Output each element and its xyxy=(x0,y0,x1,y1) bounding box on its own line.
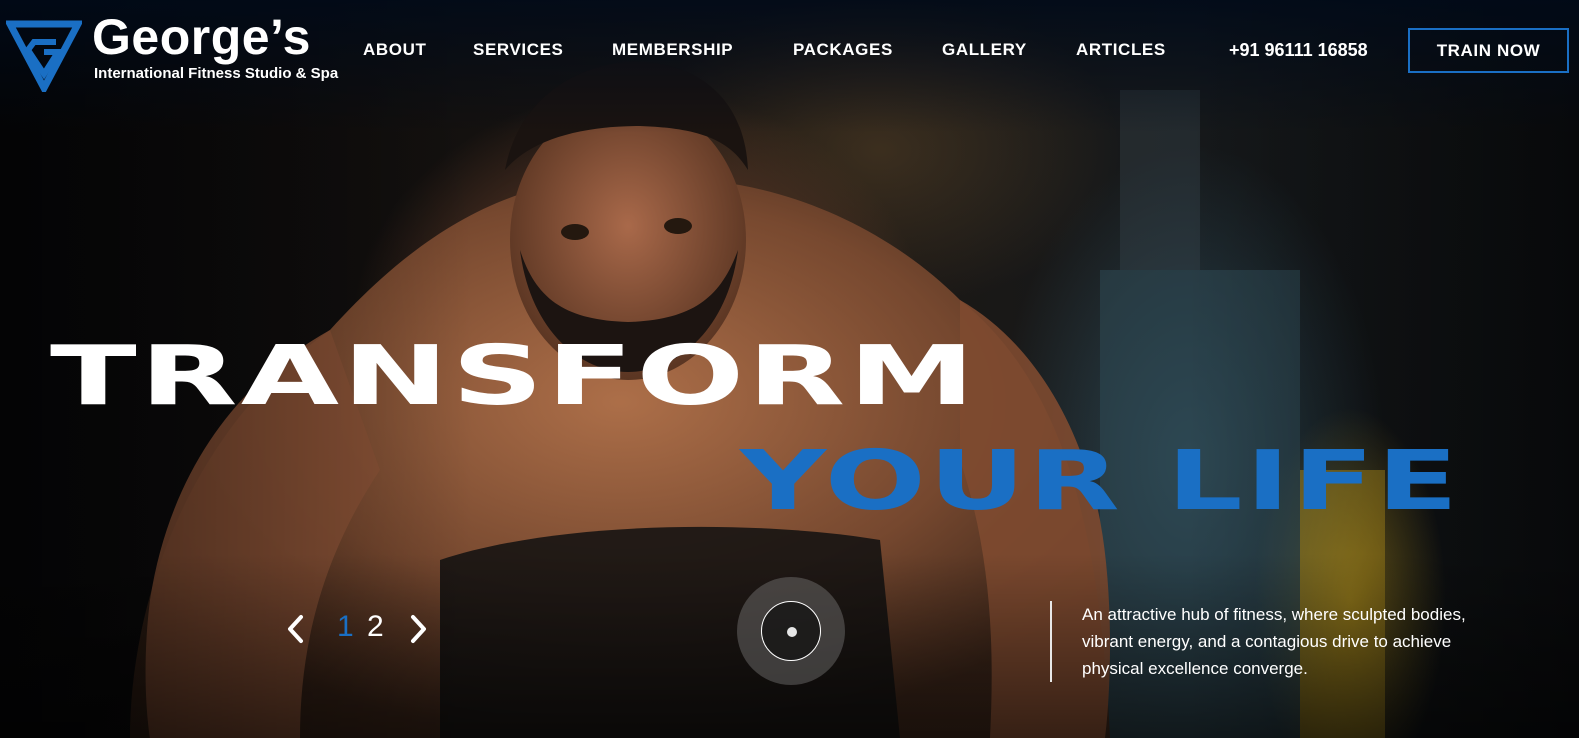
chevron-left-icon[interactable] xyxy=(283,612,307,646)
slider-page-2[interactable]: 2 xyxy=(367,610,384,644)
site-header: George’s International Fitness Studio & … xyxy=(0,0,1579,100)
scroll-indicator-dot xyxy=(787,627,797,637)
scroll-indicator-icon[interactable] xyxy=(737,577,845,685)
nav-gallery[interactable]: GALLERY xyxy=(942,40,1027,60)
hero-headline-line2: YOUR LIFE xyxy=(740,434,1461,529)
brand-name: George’s xyxy=(92,9,311,65)
tagline-divider xyxy=(1050,601,1052,682)
nav-about[interactable]: ABOUT xyxy=(363,40,426,60)
slider-page-1[interactable]: 1 xyxy=(337,610,354,644)
train-now-button[interactable]: TRAIN NOW xyxy=(1408,28,1569,73)
brand-subtitle: International Fitness Studio & Spa xyxy=(94,65,339,82)
chevron-right-icon[interactable] xyxy=(407,612,431,646)
nav-membership[interactable]: MEMBERSHIP xyxy=(612,40,733,60)
hero-headline-line1: TRANSFORM xyxy=(50,329,978,424)
slider-pagination: 1 2 xyxy=(283,608,443,652)
nav-articles[interactable]: ARTICLES xyxy=(1076,40,1166,60)
logo-g-icon xyxy=(6,20,82,92)
nav-services[interactable]: SERVICES xyxy=(473,40,563,60)
nav-packages[interactable]: PACKAGES xyxy=(793,40,893,60)
scroll-indicator-ring xyxy=(761,601,821,661)
brand-logo[interactable]: George’s International Fitness Studio & … xyxy=(6,9,338,92)
phone-link[interactable]: +91 96111 16858 xyxy=(1229,40,1368,61)
hero-tagline: An attractive hub of fitness, where scul… xyxy=(1082,605,1466,678)
